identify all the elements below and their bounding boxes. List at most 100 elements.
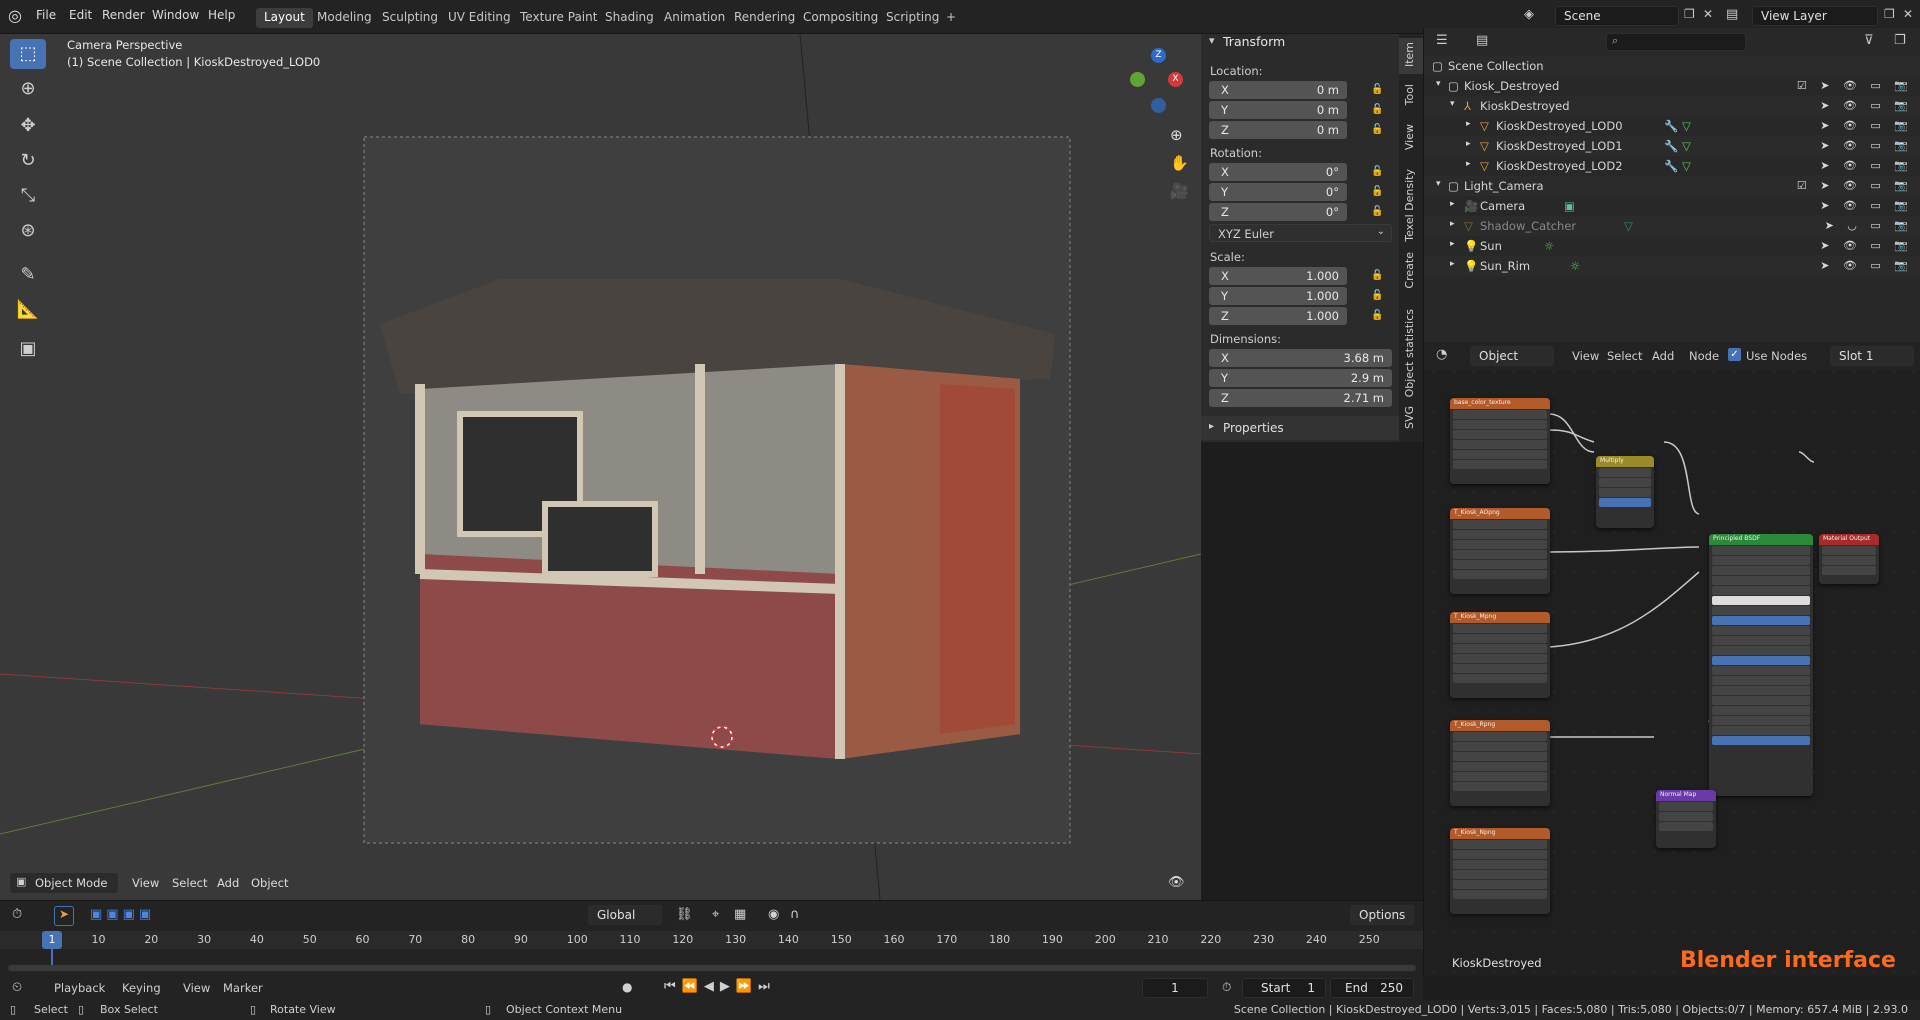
- scale-tool[interactable]: ⤡: [10, 181, 46, 211]
- node-metallic-texture[interactable]: T_Kiosk_Mpng: [1450, 612, 1550, 698]
- transform-orientation-dropdown[interactable]: Global: [588, 905, 662, 925]
- snap-magnet-icon[interactable]: ⌖: [712, 907, 719, 922]
- menu-help[interactable]: Help: [208, 8, 235, 22]
- tab-animation[interactable]: Animation: [656, 8, 733, 28]
- transform-panel-title[interactable]: Transform: [1223, 34, 1285, 49]
- node-multiply[interactable]: Multiply: [1596, 456, 1654, 528]
- tab-svg[interactable]: SVG: [1403, 406, 1416, 429]
- scale-z-field[interactable]: Z 1.000: [1209, 307, 1347, 325]
- select-box-tool[interactable]: ⬚: [10, 39, 46, 69]
- row-visibility-icons[interactable]: ➤ ◡ ▭ 📷: [1825, 219, 1913, 232]
- lock-icon[interactable]: 🔓: [1371, 84, 1383, 95]
- add-cube-tool[interactable]: ▣: [10, 334, 46, 364]
- outliner-row-shadow-catcher[interactable]: ▸ ▽ Shadow_Catcher ▽ ➤ ◡ ▭ 📷: [1424, 216, 1920, 236]
- tab-texture-paint[interactable]: Texture Paint: [512, 8, 605, 28]
- tab-sculpting[interactable]: Sculpting: [374, 8, 446, 28]
- falloff-curve-icon[interactable]: ∩: [790, 907, 800, 922]
- scale-y-field[interactable]: Y 1.000: [1209, 287, 1347, 305]
- chevron-down-icon[interactable]: ▾: [1436, 79, 1441, 89]
- menu-window[interactable]: Window: [152, 8, 199, 22]
- row-visibility-icons[interactable]: ➤ 👁 ▭ 📷: [1820, 119, 1913, 132]
- 3d-viewport[interactable]: Camera Perspective (1) Scene Collection …: [0, 34, 1201, 900]
- chevron-right-icon[interactable]: ▸: [1466, 119, 1471, 129]
- lock-icon[interactable]: 🔓: [1371, 290, 1383, 301]
- gizmo-z-axis[interactable]: Z: [1151, 48, 1166, 63]
- location-y-field[interactable]: Y 0 m: [1209, 101, 1347, 119]
- annotate-tool[interactable]: ✎: [10, 260, 46, 290]
- viewport-menu-view[interactable]: View: [132, 876, 159, 890]
- tab-object-statistics[interactable]: Object statistics: [1403, 309, 1416, 397]
- tab-item[interactable]: Item: [1403, 42, 1416, 67]
- row-visibility-icons[interactable]: ☑ ➤ 👁 ▭ 📷: [1797, 179, 1913, 192]
- chevron-down-icon[interactable]: ▾: [1436, 179, 1441, 189]
- properties-panel-header[interactable]: ▸ Properties: [1201, 416, 1399, 440]
- rotation-z-field[interactable]: Z 0°: [1209, 203, 1347, 221]
- row-visibility-icons[interactable]: ☑ ➤ 👁 ▭ 📷: [1797, 79, 1913, 92]
- tab-compositing[interactable]: Compositing: [795, 8, 886, 28]
- row-visibility-icons[interactable]: ➤ 👁 ▭ 📷: [1820, 239, 1913, 252]
- filter-icon[interactable]: ⊽: [1864, 33, 1874, 48]
- visibility-eye-icon[interactable]: 👁: [1168, 875, 1185, 890]
- tab-modeling[interactable]: Modeling: [309, 8, 380, 28]
- node-principled-bsdf[interactable]: Principled BSDF: [1709, 534, 1813, 796]
- current-frame-marker[interactable]: 1: [42, 931, 62, 949]
- tab-uv-editing[interactable]: UV Editing: [440, 8, 519, 28]
- dimensions-y-field[interactable]: Y 2.9 m: [1209, 369, 1392, 387]
- new-scene-icon[interactable]: ❐: [1684, 7, 1695, 21]
- frame-ruler[interactable]: 10 20 30 40 50 60 70 80 90 100 110 120 130 140 150 160 1…: [0, 931, 1423, 949]
- new-view-layer-icon[interactable]: ❐: [1884, 7, 1895, 21]
- lock-icon[interactable]: 🔓: [1371, 124, 1383, 135]
- snap-grid-icon[interactable]: ▦: [734, 907, 746, 922]
- outliner-row-light-camera[interactable]: ▾ ▢ Light_Camera ☑ ➤ 👁 ▭ 📷: [1424, 176, 1920, 196]
- outliner-row-kiosk-destroyed[interactable]: ▾ ▢ Kiosk_Destroyed ☑ ➤ 👁 ▭ 📷: [1424, 76, 1920, 96]
- lock-icon[interactable]: 🔓: [1371, 310, 1383, 321]
- location-x-field[interactable]: X 0 m: [1209, 81, 1347, 99]
- gizmo-x-axis[interactable]: X: [1168, 72, 1183, 87]
- menu-render[interactable]: Render: [102, 8, 145, 22]
- timeline-editor-icon[interactable]: ⏲: [12, 980, 22, 995]
- pan-hand-icon[interactable]: ✋: [1170, 154, 1189, 172]
- cursor-tool[interactable]: ⊕: [10, 74, 46, 104]
- rotation-y-field[interactable]: Y 0°: [1209, 183, 1347, 201]
- outliner-row-sun[interactable]: ▸ 💡 Sun ☼ ➤ 👁 ▭ 📷: [1424, 236, 1920, 256]
- gizmo-neg-z-axis[interactable]: [1151, 98, 1166, 113]
- start-frame-field[interactable]: Start 1: [1242, 978, 1326, 998]
- delete-scene-icon[interactable]: ✕: [1703, 7, 1713, 21]
- selection-mode-icons[interactable]: ▣▣▣▣: [90, 907, 155, 922]
- gizmo-y-axis[interactable]: [1130, 72, 1145, 87]
- lock-icon[interactable]: 🔓: [1371, 186, 1383, 197]
- row-visibility-icons[interactable]: ➤ 👁 ▭ 📷: [1820, 259, 1913, 272]
- outliner-row-camera[interactable]: ▸ 🎥 Camera ▣ ➤ 👁 ▭ 📷: [1424, 196, 1920, 216]
- tab-rendering[interactable]: Rendering: [726, 8, 803, 28]
- timeline-scrollbar[interactable]: [8, 965, 1416, 971]
- outliner-row-lod0[interactable]: ▸ ▽ KioskDestroyed_LOD0 🔧 ▽ ➤ 👁 ▭ 📷: [1424, 116, 1920, 136]
- location-z-field[interactable]: Z 0 m: [1209, 121, 1347, 139]
- row-visibility-icons[interactable]: ➤ 👁 ▭ 📷: [1820, 139, 1913, 152]
- menu-file[interactable]: File: [36, 8, 56, 22]
- chevron-right-icon[interactable]: ▸: [1466, 139, 1471, 149]
- outliner-search-input[interactable]: [1606, 33, 1746, 51]
- tab-view[interactable]: View: [1403, 124, 1416, 150]
- navigation-gizmo[interactable]: Z X: [1128, 48, 1188, 118]
- tab-layout[interactable]: Layout: [256, 8, 313, 28]
- rotation-mode-dropdown[interactable]: XYZ Euler ⌄: [1209, 224, 1392, 242]
- chevron-right-icon[interactable]: ▸: [1450, 259, 1455, 269]
- lock-icon[interactable]: 🔓: [1371, 206, 1383, 217]
- node-ao-texture[interactable]: T_Kiosk_AOpng: [1450, 508, 1550, 594]
- menu-keying[interactable]: Keying: [122, 981, 161, 995]
- select-tool-icon[interactable]: ➤: [54, 906, 74, 926]
- proportional-edit-icon[interactable]: ◉: [768, 907, 779, 922]
- node-roughness-texture[interactable]: T_Kiosk_Rpng: [1450, 720, 1550, 806]
- outliner-row-lod1[interactable]: ▸ ▽ KioskDestroyed_LOD1 🔧 ▽ ➤ 👁 ▭ 📷: [1424, 136, 1920, 156]
- lock-icon[interactable]: 🔓: [1371, 270, 1383, 281]
- delete-view-layer-icon[interactable]: ✕: [1903, 7, 1913, 21]
- move-tool[interactable]: ✥: [10, 111, 46, 141]
- rotate-tool[interactable]: ↻: [10, 146, 46, 176]
- row-visibility-icons[interactable]: ➤ 👁 ▭ 📷: [1820, 99, 1913, 112]
- row-visibility-icons[interactable]: ➤ 👁 ▭ 📷: [1820, 199, 1913, 212]
- node-normal-map[interactable]: Normal Map: [1656, 790, 1716, 848]
- record-icon[interactable]: ●: [622, 980, 632, 994]
- chevron-right-icon[interactable]: ▸: [1466, 159, 1471, 169]
- end-frame-field[interactable]: End 250: [1330, 978, 1414, 998]
- dimensions-z-field[interactable]: Z 2.71 m: [1209, 389, 1392, 407]
